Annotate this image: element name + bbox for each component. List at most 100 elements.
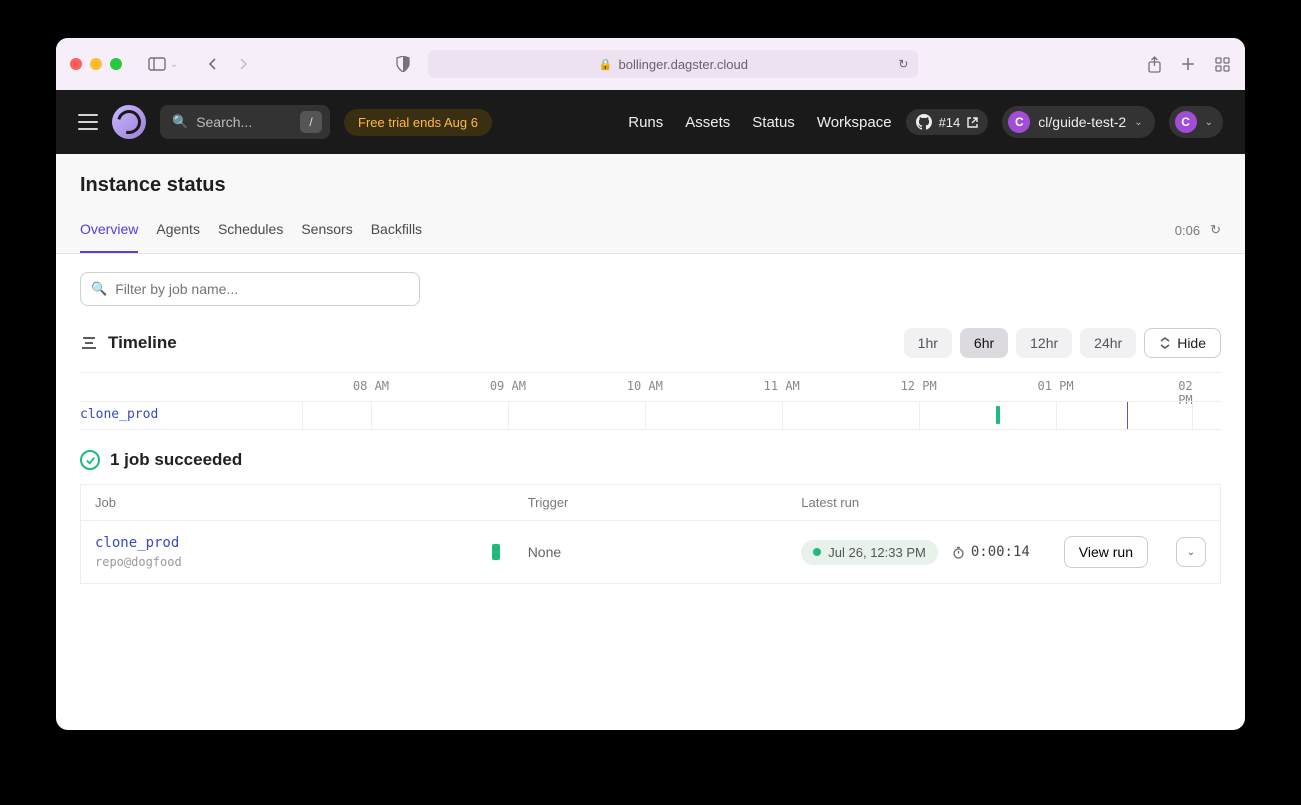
job-repo: repo@dogfood	[95, 555, 182, 569]
page-title: Instance status	[56, 154, 1245, 207]
timeline-header: Timeline 1hr 6hr 12hr 24hr Hide	[80, 328, 1221, 358]
stopwatch-icon	[952, 546, 965, 559]
timeline-hide-button[interactable]: Hide	[1144, 328, 1221, 358]
tab-backfills[interactable]: Backfills	[371, 207, 422, 253]
shield-icon[interactable]	[394, 55, 412, 73]
url-text: bollinger.dagster.cloud	[619, 57, 748, 72]
app-header: 🔍 Search... / Free trial ends Aug 6 Runs…	[56, 90, 1245, 154]
timeline-row[interactable]: clone_prod	[80, 401, 1221, 429]
time-tick: 10 AM	[627, 379, 663, 393]
time-tick: 12 PM	[901, 379, 937, 393]
sidebar-toggle[interactable]: ⌄	[148, 57, 178, 71]
nav-status[interactable]: Status	[752, 114, 795, 131]
github-icon	[916, 114, 932, 130]
time-axis: 08 AM 09 AM 10 AM 11 AM 12 PM 01 PM 02 P…	[80, 373, 1221, 401]
new-tab-icon[interactable]	[1179, 55, 1197, 73]
now-line	[1127, 402, 1128, 429]
external-link-icon	[967, 117, 978, 128]
browser-window: ⌄ 🔒 bollinger.dagster.cloud ↻ 🔍 Search..…	[56, 38, 1245, 730]
tab-sensors[interactable]: Sensors	[301, 207, 352, 253]
primary-nav: Runs Assets Status Workspace	[628, 114, 891, 131]
menu-button[interactable]	[78, 114, 98, 130]
github-issue-number: #14	[939, 115, 961, 130]
col-latest: Latest run	[787, 485, 1162, 521]
latest-run-time: Jul 26, 12:33 PM	[828, 545, 926, 560]
search-icon: 🔍	[91, 281, 107, 297]
nav-workspace[interactable]: Workspace	[817, 114, 892, 131]
table-row: clone_prod repo@dogfood None	[81, 521, 1221, 584]
time-tick: 09 AM	[490, 379, 526, 393]
lock-icon: 🔒	[599, 58, 613, 71]
row-actions-menu[interactable]: ⌄	[1176, 537, 1206, 567]
tab-agents[interactable]: Agents	[156, 207, 200, 253]
col-trigger: Trigger	[514, 485, 788, 521]
chevron-down-icon: ⌄	[170, 59, 178, 70]
filter-field[interactable]	[115, 281, 409, 297]
trigger-value: None	[528, 544, 561, 560]
run-marker[interactable]	[996, 406, 1000, 424]
content-area: 🔍 Timeline 1hr 6hr 12hr 24hr Hide	[56, 254, 1245, 602]
refresh-button[interactable]: ↻	[1210, 222, 1221, 238]
tabs: Overview Agents Schedules Sensors Backfi…	[80, 207, 422, 253]
timeline-row-label: clone_prod	[80, 407, 158, 422]
search-placeholder: Search...	[196, 114, 252, 130]
search-shortcut: /	[300, 111, 322, 133]
browser-back[interactable]	[204, 55, 222, 73]
branch-selector[interactable]: C cl/guide-test-2 ⌄	[1002, 106, 1154, 138]
tabs-row: Overview Agents Schedules Sensors Backfi…	[56, 207, 1245, 254]
window-maximize[interactable]	[110, 58, 122, 70]
duration-value: 0:00:14	[971, 544, 1030, 560]
time-tick: 11 AM	[764, 379, 800, 393]
branch-avatar: C	[1008, 111, 1030, 133]
range-6hr[interactable]: 6hr	[960, 328, 1008, 358]
collapse-icon	[1159, 337, 1171, 349]
tab-overview-icon[interactable]	[1213, 55, 1231, 73]
time-tick: 08 AM	[353, 379, 389, 393]
timeline-title: Timeline	[108, 333, 177, 353]
chevron-down-icon: ⌄	[1187, 547, 1195, 558]
share-icon[interactable]	[1145, 55, 1163, 73]
view-run-button[interactable]: View run	[1064, 536, 1148, 568]
trial-badge[interactable]: Free trial ends Aug 6	[344, 109, 492, 136]
chevron-down-icon: ⌄	[1205, 117, 1213, 128]
nav-arrows	[204, 55, 252, 73]
job-name[interactable]: clone_prod	[95, 535, 182, 551]
window-close[interactable]	[70, 58, 82, 70]
latest-run-status[interactable]: Jul 26, 12:33 PM	[801, 540, 938, 565]
run-duration: 0:00:14	[952, 544, 1030, 560]
nav-assets[interactable]: Assets	[685, 114, 730, 131]
timeline-chart: 08 AM 09 AM 10 AM 11 AM 12 PM 01 PM 02 P…	[80, 372, 1221, 430]
time-tick: 01 PM	[1037, 379, 1073, 393]
range-12hr[interactable]: 12hr	[1016, 328, 1072, 358]
global-search[interactable]: 🔍 Search... /	[160, 105, 330, 139]
success-icon	[80, 450, 100, 470]
job-status-chip[interactable]	[492, 544, 500, 560]
timeline-controls: 1hr 6hr 12hr 24hr Hide	[904, 328, 1221, 358]
reload-icon[interactable]: ↻	[898, 57, 908, 71]
window-traffic-lights	[70, 58, 122, 70]
summary-row: 1 job succeeded	[80, 450, 1221, 470]
window-minimize[interactable]	[90, 58, 102, 70]
user-avatar: C	[1175, 111, 1197, 133]
range-1hr[interactable]: 1hr	[904, 328, 952, 358]
filter-job-input[interactable]: 🔍	[80, 272, 420, 306]
refresh-countdown: 0:06	[1175, 223, 1200, 238]
page-body: Instance status Overview Agents Schedule…	[56, 154, 1245, 602]
hide-label: Hide	[1177, 335, 1206, 351]
summary-text: 1 job succeeded	[110, 450, 242, 470]
tab-schedules[interactable]: Schedules	[218, 207, 283, 253]
github-link[interactable]: #14	[906, 109, 989, 135]
status-dot-icon	[813, 548, 821, 556]
dagster-logo[interactable]	[112, 105, 146, 139]
chevron-down-icon: ⌄	[1134, 117, 1142, 128]
jobs-table: Job Trigger Latest run clone_prod repo@d…	[80, 484, 1221, 584]
user-menu[interactable]: C ⌄	[1169, 106, 1223, 138]
timeline-icon	[80, 334, 98, 352]
browser-chrome: ⌄ 🔒 bollinger.dagster.cloud ↻	[56, 38, 1245, 90]
branch-name: cl/guide-test-2	[1038, 114, 1126, 130]
nav-runs[interactable]: Runs	[628, 114, 663, 131]
tab-overview[interactable]: Overview	[80, 207, 138, 253]
range-24hr[interactable]: 24hr	[1080, 328, 1136, 358]
address-bar[interactable]: 🔒 bollinger.dagster.cloud ↻	[428, 50, 918, 78]
browser-forward[interactable]	[234, 55, 252, 73]
